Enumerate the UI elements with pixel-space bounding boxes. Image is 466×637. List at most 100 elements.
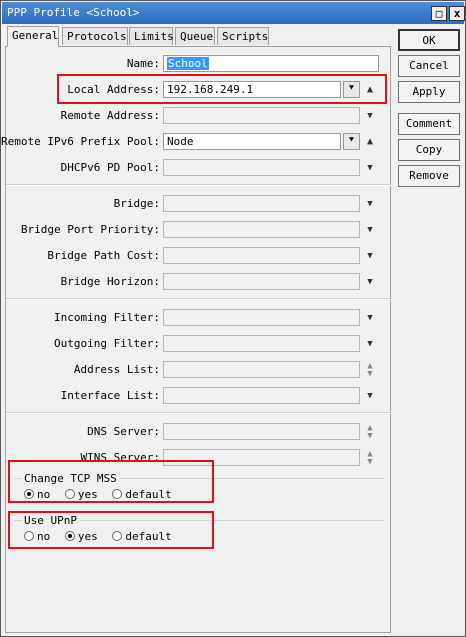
bridge-row: Bridge: ▼ (6, 194, 392, 214)
maximize-icon[interactable]: □ (431, 6, 447, 21)
up-down-icon[interactable]: ▲ ▼ (363, 424, 377, 441)
bridge-port-priority-row: Bridge Port Priority: ▼ (6, 220, 392, 240)
triangle-up-icon[interactable]: ▲ (363, 134, 377, 150)
remote-address-label: Remote Address: (60, 109, 160, 122)
radio-unchecked-icon (112, 489, 123, 499)
bridge-port-priority-field[interactable] (163, 221, 360, 238)
name-row: Name: School (6, 54, 392, 74)
radio-unchecked-icon (112, 531, 123, 541)
bridge-path-cost-field[interactable] (163, 247, 360, 264)
tab-protocols[interactable]: Protocols (62, 27, 128, 45)
change-tcp-mss-title: Change TCP MSS (22, 472, 119, 485)
divider (6, 412, 392, 414)
remote-ipv6-prefix-pool-field[interactable]: Node (163, 133, 341, 150)
wins-server-label: WINS Server: (80, 451, 160, 464)
general-panel: Name: School Local Address: 192.168.249.… (1, 46, 392, 633)
bridge-port-priority-label: Bridge Port Priority: (20, 223, 160, 236)
title-bar[interactable]: PPP Profile <School> □ x (2, 2, 465, 24)
tab-general[interactable]: General (7, 26, 59, 47)
local-address-label: Local Address: (67, 83, 160, 96)
tcp-mss-radio-yes[interactable]: yes (64, 488, 98, 501)
tcp-mss-radio-no[interactable]: no (24, 488, 50, 501)
triangle-up-icon[interactable]: ▲ (363, 82, 377, 98)
tab-scripts[interactable]: Scripts (217, 27, 269, 45)
use-upnp-title: Use UPnP (22, 514, 79, 527)
interface-list-row: Interface List: ▼ (6, 386, 392, 406)
comment-button[interactable]: Comment (398, 113, 460, 135)
dns-server-row: DNS Server: ▲ ▼ (6, 422, 392, 442)
outgoing-filter-row: Outgoing Filter: ▼ (6, 334, 392, 354)
triangle-down-icon[interactable]: ▼ (363, 274, 377, 290)
bridge-field[interactable] (163, 195, 360, 212)
triangle-down-icon[interactable]: ▼ (363, 388, 377, 404)
interface-list-label: Interface List: (60, 389, 160, 402)
remote-ipv6-prefix-pool-label: Remote IPv6 Prefix Pool: (1, 135, 160, 148)
name-label: Name: (126, 57, 160, 70)
upnp-radio-default[interactable]: default (112, 530, 172, 543)
triangle-down-icon[interactable]: ▼ (363, 248, 377, 264)
wins-server-field[interactable] (163, 449, 360, 466)
remote-address-row: Remote Address: ▼ (6, 106, 392, 126)
upnp-radio-no[interactable]: no (24, 530, 50, 543)
tab-limits[interactable]: Limits (129, 27, 174, 45)
copy-button[interactable]: Copy (398, 139, 460, 161)
triangle-down-icon[interactable]: ▼ (363, 336, 377, 352)
change-tcp-mss-group: Change TCP MSS no yes default (14, 472, 384, 502)
cancel-button[interactable]: Cancel (398, 55, 460, 77)
use-upnp-group: Use UPnP no yes default (14, 514, 384, 544)
incoming-filter-field[interactable] (163, 309, 360, 326)
bridge-path-cost-label: Bridge Path Cost: (47, 249, 160, 262)
window-title: PPP Profile <School> (7, 6, 140, 19)
radio-label: yes (77, 530, 98, 543)
tab-queue[interactable]: Queue (175, 27, 215, 45)
bridge-horizon-field[interactable] (163, 273, 360, 290)
divider (6, 298, 392, 300)
triangle-down-icon[interactable]: ▼ (363, 310, 377, 326)
tcp-mss-radio-default[interactable]: default (112, 488, 172, 501)
change-tcp-mss-options: no yes default (24, 488, 180, 501)
ok-button[interactable]: OK (398, 29, 460, 51)
remote-address-field[interactable] (163, 107, 360, 124)
upnp-radio-yes[interactable]: yes (64, 530, 98, 543)
close-icon[interactable]: x (449, 6, 465, 21)
dhcpv6-pd-pool-field[interactable] (163, 159, 360, 176)
remote-ipv6-prefix-pool-row: Remote IPv6 Prefix Pool: Node ⯆ ▲ (1, 132, 392, 152)
up-down-icon[interactable]: ▲ ▼ (363, 362, 377, 379)
dropdown-icon[interactable]: ⯆ (343, 81, 360, 98)
wins-server-row: WINS Server: ▲ ▼ (6, 448, 392, 468)
radio-unchecked-icon (64, 489, 75, 499)
address-list-field[interactable] (163, 361, 360, 378)
radio-label: default (125, 530, 172, 543)
address-list-row: Address List: ▲ ▼ (6, 360, 392, 380)
dropdown-icon[interactable]: ⯆ (343, 133, 360, 150)
radio-label: no (37, 488, 51, 501)
dns-server-label: DNS Server: (87, 425, 160, 438)
outgoing-filter-field[interactable] (163, 335, 360, 352)
interface-list-field[interactable] (163, 387, 360, 404)
bridge-label: Bridge: (113, 197, 160, 210)
triangle-down-icon[interactable]: ▼ (363, 160, 377, 176)
dhcpv6-pd-pool-label: DHCPv6 PD Pool: (60, 161, 160, 174)
radio-label: no (37, 530, 51, 543)
triangle-down-icon[interactable]: ▼ (363, 196, 377, 212)
radio-checked-icon (64, 531, 75, 541)
address-list-label: Address List: (73, 363, 160, 376)
triangle-down-icon[interactable]: ▼ (363, 108, 377, 124)
divider (6, 184, 392, 186)
name-field[interactable]: School (163, 55, 379, 72)
ppp-profile-window: PPP Profile <School> □ x General Protoco… (0, 0, 466, 637)
radio-label: default (125, 488, 172, 501)
use-upnp-options: no yes default (24, 530, 180, 543)
remove-button[interactable]: Remove (398, 165, 460, 187)
local-address-field[interactable]: 192.168.249.1 (163, 81, 341, 98)
apply-button[interactable]: Apply (398, 81, 460, 103)
incoming-filter-label: Incoming Filter: (54, 311, 160, 324)
outgoing-filter-label: Outgoing Filter: (54, 337, 160, 350)
bridge-horizon-label: Bridge Horizon: (60, 275, 160, 288)
dns-server-field[interactable] (163, 423, 360, 440)
triangle-down-icon[interactable]: ▼ (363, 222, 377, 238)
radio-checked-icon (24, 489, 34, 499)
radio-label: yes (77, 488, 98, 501)
up-down-icon[interactable]: ▲ ▼ (363, 450, 377, 467)
radio-unchecked-icon (24, 531, 34, 541)
